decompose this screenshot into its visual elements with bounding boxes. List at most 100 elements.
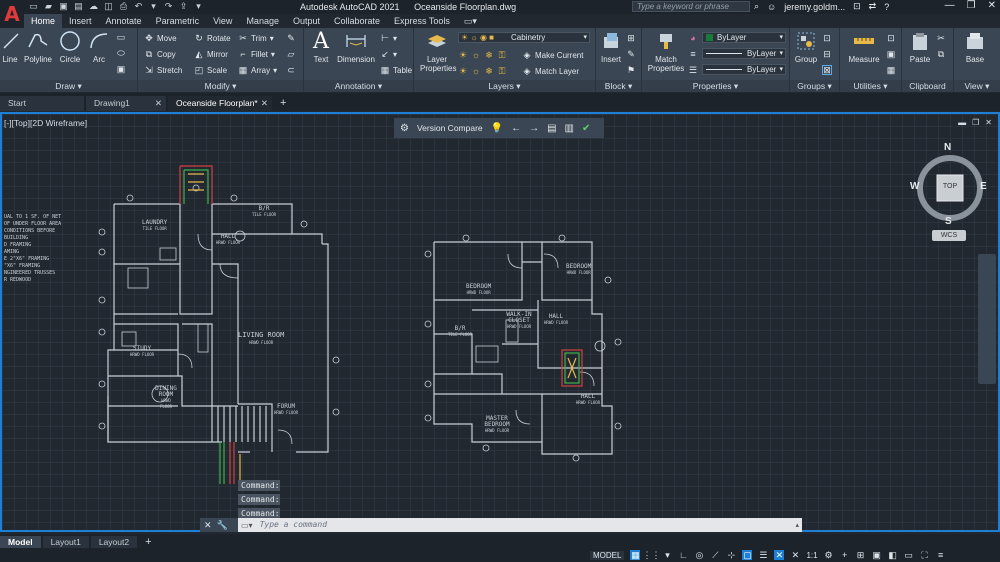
ribbon-options-icon[interactable]: ▭▾ [457, 14, 484, 28]
modify-panel-label[interactable]: Modify ▾ [138, 80, 303, 92]
layer-off-icon[interactable]: ☀ [458, 50, 468, 60]
annotation-scale[interactable]: 1:1 [806, 551, 817, 560]
measure-tool[interactable]: Measure [844, 30, 884, 64]
tab-home[interactable]: Home [24, 14, 63, 28]
ungroup-tool[interactable]: ⊡ [822, 33, 832, 43]
line-tool[interactable]: Line [0, 30, 20, 64]
layout-tab-model[interactable]: Model [0, 536, 41, 548]
cart-icon[interactable]: ⊡ [853, 1, 861, 12]
utilities-panel-label[interactable]: Utilities ▾ [840, 80, 901, 92]
isodraft-icon[interactable]: ⟋ [710, 550, 720, 560]
cut-tool[interactable]: ✂ [936, 33, 946, 43]
exchange-icon[interactable]: ⇄ [869, 1, 877, 12]
copy-tool[interactable]: ⧉ Copy [144, 49, 176, 59]
snap-icon[interactable]: ⋮⋮ [642, 550, 660, 560]
compass-south[interactable]: S [945, 216, 952, 227]
leader-tool[interactable]: ↙ ▾ [380, 49, 397, 59]
grid-icon[interactable]: ▦ [630, 550, 641, 560]
new-file-icon[interactable]: ▭ [28, 1, 39, 12]
copy-clip-tool[interactable]: ⧉ [936, 49, 946, 59]
plus-icon[interactable]: + [840, 550, 850, 560]
ortho-icon[interactable]: ∟ [678, 550, 688, 560]
add-layout-icon[interactable]: + [139, 536, 151, 548]
calculator-tool[interactable]: ▦ [886, 65, 896, 75]
layer-thaw-icon[interactable]: ❄ [484, 66, 494, 76]
view-panel-label[interactable]: View ▾ [954, 80, 1000, 92]
lineweight-toggle-icon[interactable]: ☰ [758, 550, 768, 560]
block-panel-label[interactable]: Block ▾ [596, 80, 641, 92]
help-search-input[interactable]: Type a keyword or phrase [632, 1, 750, 12]
tab-annotate[interactable]: Annotate [99, 14, 149, 28]
layers-panel-label[interactable]: Layers ▾ [414, 80, 595, 92]
cloud-icon[interactable]: ☁ [88, 1, 99, 12]
navigation-bar[interactable] [978, 254, 996, 384]
compass-east[interactable]: E [980, 181, 987, 192]
isolate-objects-icon[interactable]: ◧ [888, 550, 898, 560]
help-icon[interactable]: ? [884, 2, 889, 12]
user-icon[interactable]: ☺ [767, 2, 776, 12]
match-properties-tool[interactable]: Match Properties [646, 30, 686, 73]
properties-panel-label[interactable]: Properties ▾ [642, 80, 789, 92]
autocad-logo-icon[interactable]: A [0, 0, 24, 28]
close-tab-icon[interactable]: ✕ [155, 96, 162, 111]
color-wheel-icon[interactable]: ◕ [688, 33, 698, 43]
offset-tool[interactable]: ⊂ [286, 65, 296, 75]
insert-tool[interactable]: Insert [598, 30, 624, 64]
undo-icon[interactable]: ↶ [133, 1, 144, 12]
linetype-icon[interactable]: ≡ [688, 49, 698, 59]
command-input[interactable]: Type a command [256, 518, 796, 532]
units-icon[interactable]: ⊞ [856, 550, 866, 560]
tab-output[interactable]: Output [286, 14, 327, 28]
minimize-icon[interactable]: — [945, 0, 955, 11]
annotation-visibility-icon[interactable]: ✕ [790, 550, 800, 560]
save-icon[interactable]: ▣ [58, 1, 69, 12]
match-layer-tool[interactable]: ◈ Match Layer [522, 66, 580, 76]
paste-tool[interactable]: Paste [906, 30, 934, 64]
close-icon[interactable]: ✕ [988, 0, 996, 11]
clean-screen-icon[interactable]: ⛶ [920, 550, 930, 560]
annotation-monitor-icon[interactable]: ✕ [774, 550, 785, 560]
rotate-tool[interactable]: ↻ Rotate [194, 33, 230, 43]
layout-tab-layout1[interactable]: Layout1 [42, 536, 89, 548]
group-select-tool[interactable]: ⊠ [822, 65, 832, 75]
tab-manage[interactable]: Manage [239, 14, 286, 28]
lineweight-dropdown[interactable]: ByLayer [702, 64, 786, 75]
draw-panel-label[interactable]: Draw ▾ [0, 80, 137, 92]
doc-tab-start[interactable]: Start [0, 96, 84, 111]
groups-panel-label[interactable]: Groups ▾ [790, 80, 839, 92]
explode-tool[interactable]: ▱ [286, 49, 296, 59]
compass-west[interactable]: W [910, 181, 919, 192]
erase-tool[interactable]: ✎ [286, 33, 296, 43]
viewcube[interactable]: N S E W TOP [906, 140, 994, 230]
gear-icon[interactable]: ⚙ [824, 550, 834, 560]
layer-lock-icon[interactable]: ⚿ [497, 50, 507, 60]
layer-freeze-icon[interactable]: ❄ [484, 50, 494, 60]
create-block-tool[interactable]: ⊞ [626, 33, 636, 43]
new-tab-icon[interactable]: + [280, 96, 286, 111]
scale-tool[interactable]: ◰ Scale [194, 65, 227, 75]
customize-wrench-icon[interactable]: 🔧 [217, 520, 228, 531]
close-command-icon[interactable]: ✕ [204, 520, 212, 531]
tab-collaborate[interactable]: Collaborate [327, 14, 387, 28]
table-tool[interactable]: ▦ Table [380, 65, 412, 75]
tab-express-tools[interactable]: Express Tools [387, 14, 457, 28]
move-tool[interactable]: ✥ Move [144, 33, 176, 43]
drawing-viewport[interactable]: [-][Top][2D Wireframe] ▬ ❐ ✕ ⚙ Version C… [0, 112, 1000, 532]
redo-icon[interactable]: ↷ [163, 1, 174, 12]
polyline-tool[interactable]: Polyline [22, 30, 54, 64]
doc-tab-oceanside[interactable]: Oceanside Floorplan* ✕ [168, 96, 272, 111]
osnap-icon[interactable]: ▢ [742, 550, 753, 560]
group-tool[interactable]: Group [792, 30, 820, 64]
annotation-panel-label[interactable]: Annotation ▾ [304, 80, 413, 92]
array-tool[interactable]: ▦ Array ▾ [238, 65, 277, 75]
circle-tool[interactable]: Circle [56, 30, 84, 64]
tab-view[interactable]: View [206, 14, 239, 28]
layer-unisolate-icon[interactable]: ☼ [471, 66, 481, 76]
customization-icon[interactable]: ≡ [936, 550, 946, 560]
object-track-icon[interactable]: ⊹ [726, 550, 736, 560]
quick-select-tool[interactable]: ⊡ [886, 33, 896, 43]
layer-isolate-icon[interactable]: ☼ [471, 50, 481, 60]
select-all-tool[interactable]: ▣ [886, 49, 896, 59]
polar-icon[interactable]: ◎ [694, 550, 704, 560]
color-dropdown[interactable]: ByLayer [702, 32, 786, 43]
